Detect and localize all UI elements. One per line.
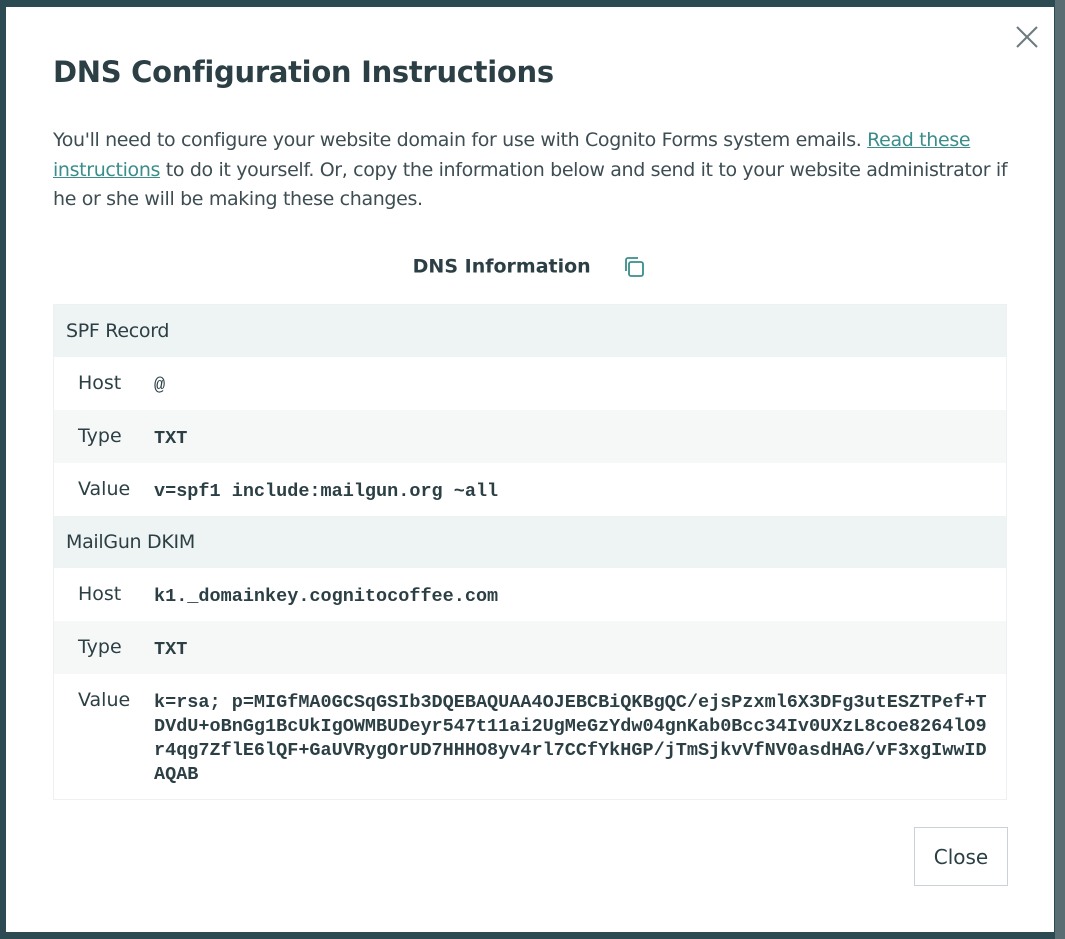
close-button[interactable]: Close bbox=[914, 827, 1008, 886]
dkim-value-row: Value k=rsa; p=MIGfMA0GCSqGSIb3DQEBAQUAA… bbox=[54, 674, 1006, 799]
dkim-type-row: Type TXT bbox=[54, 621, 1006, 674]
dkim-value-label: Value bbox=[78, 689, 131, 711]
dkim-type-label: Type bbox=[78, 636, 122, 658]
section-header-spf: SPF Record bbox=[54, 305, 1006, 357]
backdrop bbox=[1055, 0, 1065, 939]
spf-host-label: Host bbox=[78, 372, 122, 394]
spf-type-label: Type bbox=[78, 425, 122, 447]
dkim-value-value: k=rsa; p=MIGfMA0GCSqGSIb3DQEBAQUAA4OJEBC… bbox=[154, 692, 987, 785]
dns-instructions-dialog: DNS Configuration Instructions You'll ne… bbox=[6, 7, 1054, 932]
spf-host-row: Host @ bbox=[54, 357, 1006, 410]
spf-type-row: Type TXT bbox=[54, 410, 1006, 463]
spf-value-value: v=spf1 include:mailgun.org ~all bbox=[154, 481, 499, 502]
close-icon[interactable] bbox=[1014, 24, 1040, 50]
dkim-host-value: k1._domainkey.cognitocoffee.com bbox=[154, 586, 499, 607]
intro-text: You'll need to configure your website do… bbox=[53, 126, 1013, 215]
spf-host-value: @ bbox=[154, 375, 166, 396]
intro-text-before: You'll need to configure your website do… bbox=[53, 129, 868, 151]
dns-records-table: SPF Record Host @ Type TXT Value v=spf1 … bbox=[53, 304, 1007, 800]
spf-type-value: TXT bbox=[154, 428, 188, 449]
dialog-title: DNS Configuration Instructions bbox=[53, 55, 554, 89]
section-header-dkim: MailGun DKIM bbox=[54, 516, 1006, 568]
copy-icon[interactable] bbox=[621, 254, 647, 280]
spf-value-row: Value v=spf1 include:mailgun.org ~all bbox=[54, 463, 1006, 516]
dkim-host-label: Host bbox=[78, 583, 122, 605]
dns-information-heading: DNS Information bbox=[6, 254, 1054, 280]
spf-value-label: Value bbox=[78, 478, 131, 500]
dns-information-label: DNS Information bbox=[412, 255, 591, 278]
dkim-type-value: TXT bbox=[154, 639, 188, 660]
intro-text-after: to do it yourself. Or, copy the informat… bbox=[53, 158, 1008, 211]
dkim-host-row: Host k1._domainkey.cognitocoffee.com bbox=[54, 568, 1006, 621]
